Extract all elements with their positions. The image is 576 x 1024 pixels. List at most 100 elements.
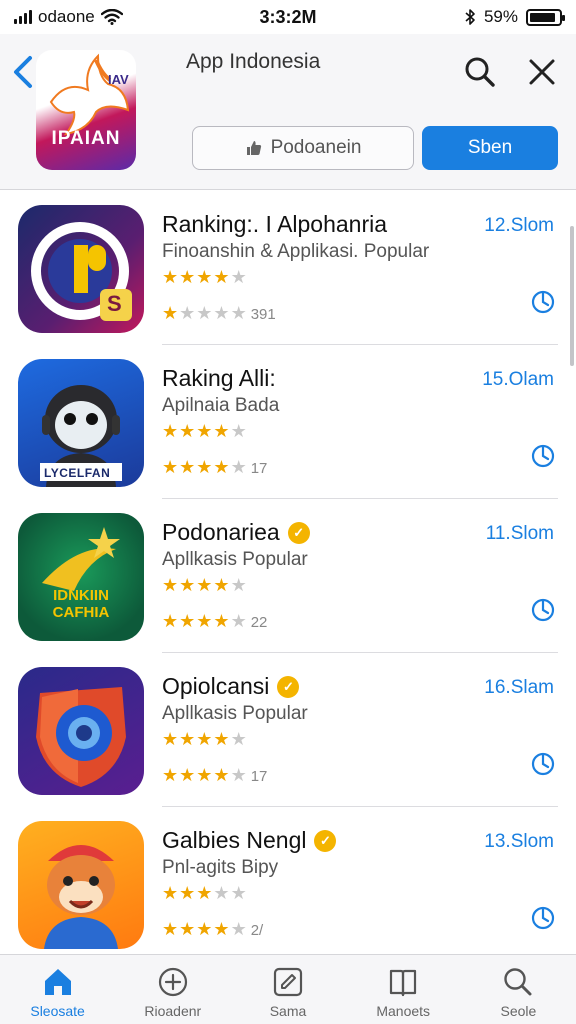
star-filled-icon: ★ (162, 611, 180, 631)
star-filled-icon: ★ (196, 765, 214, 785)
tab-discover[interactable]: Rioadenr (115, 955, 230, 1024)
app-subtitle: Pnl-agits Bipy (162, 857, 279, 878)
compass-plus-icon (158, 967, 187, 997)
app-list-item[interactable]: LYCELFAN Raking Alli: Apilnaia Bada ★★★★… (0, 345, 576, 499)
star-empty-icon: ★ (230, 575, 248, 595)
open-button[interactable]: Sben (422, 126, 558, 170)
star-empty-icon: ★ (230, 421, 248, 441)
app-list-item[interactable]: IDNKIIN CAFHIA Podonariea ✓ Apllkasis Pop… (0, 499, 576, 653)
star-rating: ★★★★★ (162, 883, 248, 904)
app-size: 11.Slom (485, 523, 554, 544)
tab-label: Sleosate (30, 1003, 85, 1019)
star-filled-icon: ★ (162, 729, 180, 749)
star-rating-small: ★★★★★ 391 (162, 303, 276, 324)
app-icon-text: S (107, 291, 122, 316)
star-filled-icon: ★ (213, 421, 231, 441)
app-name-text: Raking Alli: (162, 365, 276, 391)
tab-library[interactable]: Manoets (346, 955, 461, 1024)
app-name: Raking Alli: (162, 365, 276, 392)
star-filled-icon: ★ (162, 919, 180, 939)
star-filled-icon: ★ (162, 421, 180, 441)
scrollbar[interactable] (570, 226, 574, 366)
app-name: Opiolcansi ✓ (162, 673, 300, 700)
star-rating: ★★★★★ (162, 421, 248, 442)
shield-icon (36, 687, 126, 787)
tab-label: Sama (269, 1003, 307, 1019)
star-filled-icon: ★ (196, 611, 214, 631)
star-filled-icon: ★ (179, 575, 197, 595)
app-list-item[interactable]: S Ranking:. I Alpohanria Finoanshin & Ap… (0, 191, 576, 345)
download-app-button[interactable] (530, 289, 556, 315)
download-app-button[interactable] (530, 443, 556, 469)
download-progress-icon (531, 444, 555, 468)
tab-edit[interactable]: Sama (230, 955, 345, 1024)
star-filled-icon: ★ (196, 919, 214, 939)
app-icon (18, 821, 144, 949)
app-subtitle: Apllkasis Popular (162, 549, 308, 570)
star-filled-icon: ★ (162, 575, 180, 595)
tab-label: Seole (500, 1003, 537, 1019)
thumbs-up-icon (246, 141, 261, 155)
wifi-icon (100, 9, 123, 25)
app-subtitle: Apllkasis Popular (162, 703, 308, 724)
star-empty-icon: ★ (230, 919, 248, 939)
download-app-button[interactable] (530, 905, 556, 931)
app-size: 12.Slom (484, 215, 554, 236)
home-icon (44, 969, 71, 995)
tab-label: Manoets (376, 1003, 431, 1019)
status-right: 59% (464, 7, 565, 27)
search-icon (504, 968, 532, 996)
rating-count: 17 (250, 768, 268, 785)
tab-label: Rioadenr (144, 1003, 202, 1019)
download-progress-icon (531, 752, 555, 776)
page-title: App Indonesia (186, 50, 321, 73)
app-size: 13.Slom (484, 831, 554, 852)
star-filled-icon: ★ (162, 457, 180, 477)
star-empty-icon: ★ (230, 611, 248, 631)
star-rating: ★★★★★ (162, 267, 248, 288)
status-left: odaone (14, 7, 214, 27)
star-rating-small: ★★★★★ 2/ (162, 919, 263, 940)
app-size: 15.Olam (482, 369, 554, 390)
download-app-button[interactable] (530, 751, 556, 777)
star-filled-icon: ★ (213, 919, 231, 939)
app-list-item[interactable]: Galbies Nengl ✓ Pnl-agits Bipy ★★★★★ ★★★★… (0, 807, 576, 954)
verified-badge-icon: ✓ (314, 829, 337, 852)
star-filled-icon: ★ (196, 883, 214, 903)
star-filled-icon: ★ (179, 611, 197, 631)
back-chevron-icon (14, 56, 32, 88)
star-empty-icon: ★ (230, 267, 248, 287)
app-list: S Ranking:. I Alpohanria Finoanshin & Ap… (0, 191, 576, 954)
app-icon-text: IDNKIIN CAFHIA (52, 587, 110, 621)
app-subtitle: Finoanshin & Applikasi. Popular (162, 241, 430, 262)
edit-icon (273, 967, 303, 997)
tab-bar: Sleosate Rioadenr Sama Manoets Seole (0, 954, 576, 1024)
carrier-label: odaone (38, 7, 95, 26)
star-filled-icon: ★ (179, 765, 197, 785)
star-filled-icon: ★ (179, 919, 197, 939)
tab-home[interactable]: Sleosate (0, 955, 115, 1024)
star-filled-icon: ★ (213, 457, 231, 477)
app-size: 16.Slam (484, 677, 554, 698)
star-filled-icon: ★ (213, 765, 231, 785)
star-empty-icon: ★ (179, 303, 197, 323)
star-rating-small: ★★★★★ 17 (162, 765, 267, 786)
search-button[interactable] (462, 54, 498, 90)
close-button[interactable] (524, 54, 560, 90)
download-button[interactable]: Podoanein (192, 126, 414, 170)
star-filled-icon: ★ (213, 729, 231, 749)
app-icon-text: LYCELFAN (44, 466, 111, 480)
star-empty-icon: ★ (230, 883, 248, 903)
app-list-item[interactable]: Opiolcansi ✓ Apllkasis Popular ★★★★★ ★★★★… (0, 653, 576, 807)
app-name-text: Ranking:. I Alpohanria (162, 211, 388, 237)
rating-count: 17 (250, 460, 268, 477)
app-name-text: Galbies Nengl (162, 827, 307, 853)
svg-text:IAV: IAV (108, 72, 129, 87)
verified-badge-icon: ✓ (287, 521, 310, 544)
tab-search[interactable]: Seole (461, 955, 576, 1024)
book-icon (390, 969, 417, 997)
download-app-button[interactable] (530, 597, 556, 623)
star-filled-icon: ★ (179, 883, 197, 903)
star-rating-small: ★★★★★ 22 (162, 611, 267, 632)
app-logo: IAV IPAIAN (36, 50, 136, 170)
